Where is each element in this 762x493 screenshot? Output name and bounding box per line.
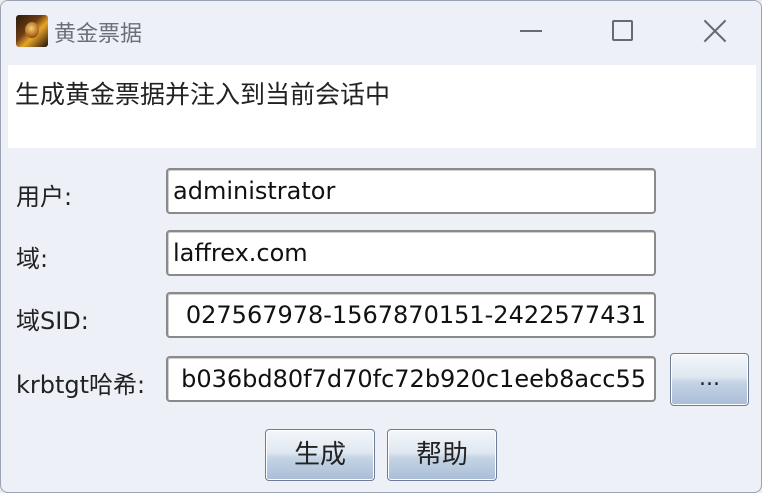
domain-sid-input[interactable] xyxy=(168,294,654,336)
window-title: 黄金票据 xyxy=(54,22,143,47)
description-panel: 生成黄金票据并注入到当前会话中 xyxy=(8,65,756,148)
user-label: 用户: xyxy=(16,183,73,211)
domain-label: 域: xyxy=(16,245,49,273)
title-bar: 黄金票据 xyxy=(1,1,761,61)
close-button[interactable] xyxy=(669,1,761,61)
krbtgt-hash-input[interactable] xyxy=(168,358,654,400)
domain-sid-label: 域SID: xyxy=(16,307,89,335)
user-input[interactable] xyxy=(168,170,654,212)
description-text: 生成黄金票据并注入到当前会话中 xyxy=(15,80,391,109)
minimize-button[interactable] xyxy=(485,1,577,61)
user-field-frame xyxy=(166,168,656,214)
help-button[interactable]: 帮助 xyxy=(387,429,497,481)
golden-ticket-dialog: 黄金票据 生成黄金票据并注入到当前会话中 用户: 域: 域SID: krbtgt… xyxy=(0,0,762,493)
maximize-button[interactable] xyxy=(577,1,669,61)
maximize-icon xyxy=(612,20,633,41)
domain-sid-field-frame xyxy=(166,292,656,338)
app-icon xyxy=(16,15,48,47)
krbtgt-hash-field-frame xyxy=(166,356,656,402)
close-icon xyxy=(701,17,729,45)
krbtgt-hash-label: krbtgt哈希: xyxy=(16,371,146,399)
browse-button[interactable]: ... xyxy=(670,353,749,406)
generate-button[interactable]: 生成 xyxy=(265,429,375,481)
domain-input[interactable] xyxy=(168,232,654,274)
minimize-icon xyxy=(520,30,542,32)
domain-field-frame xyxy=(166,230,656,276)
